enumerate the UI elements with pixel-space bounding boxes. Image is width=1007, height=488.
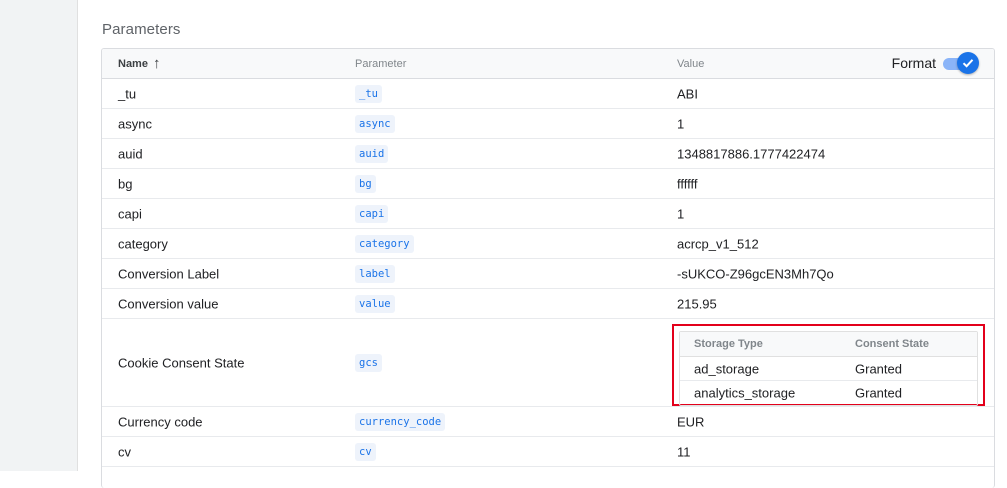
row-value: 1348817886.1777422474 [677, 146, 826, 161]
column-header-parameter[interactable]: Parameter [355, 58, 406, 70]
row-param-chip: currency_code [355, 412, 446, 431]
check-icon [962, 59, 974, 68]
row-value: ABI [677, 86, 698, 101]
arrow-up-icon[interactable]: ↑ [153, 55, 161, 72]
row-name: _tu [118, 86, 137, 101]
row-value: -sUKCO-Z96gcEN3Mh7Qo [677, 266, 834, 281]
table-row: capi capi 1 [102, 199, 994, 229]
consent-subtable: Storage Type Consent State ad_storage Gr… [679, 331, 978, 406]
row-value: 1 [677, 116, 685, 131]
row-name: async [118, 116, 152, 131]
table-row-consent: Cookie Consent State gcs Storage Type Co… [102, 319, 994, 407]
row-param-chip: category [355, 234, 414, 253]
table-row: Currency code currency_code EUR [102, 407, 994, 437]
row-name: Conversion value [118, 296, 219, 311]
consent-highlight-box: Storage Type Consent State ad_storage Gr… [672, 324, 985, 406]
row-name: bg [118, 176, 133, 191]
row-name: Currency code [118, 414, 203, 429]
row-value: 1 [677, 206, 685, 221]
row-name: auid [118, 146, 143, 161]
storage-type-cell: ad_storage [694, 361, 760, 376]
table-header: Name ↑ Parameter Value Format [102, 49, 994, 79]
row-value: 11 [677, 444, 691, 459]
table-row: Conversion value value 215.95 [102, 289, 994, 319]
row-param-chip: capi [355, 204, 389, 223]
row-value: ffffff [677, 176, 698, 191]
row-name: Cookie Consent State [118, 355, 245, 370]
row-param-chip: cv [355, 442, 376, 461]
table-row: _tu _tu ABI [102, 79, 994, 109]
table-row: cv cv 11 [102, 437, 994, 467]
section-title: Parameters [102, 21, 181, 38]
column-header-name[interactable]: Name ↑ [118, 55, 160, 72]
table-row: category category acrcp_v1_512 [102, 229, 994, 259]
storage-type-header: Storage Type [694, 338, 763, 350]
parameters-table: Name ↑ Parameter Value Format _tu _tu AB… [101, 48, 995, 488]
table-row: Conversion Label label -sUKCO-Z96gcEN3Mh… [102, 259, 994, 289]
row-param-chip: _tu [355, 84, 382, 103]
table-row-partial [102, 467, 994, 488]
row-param-chip: value [355, 294, 395, 313]
table-row: bg bg ffffff [102, 169, 994, 199]
consent-row: analytics_storage Granted [680, 381, 977, 405]
consent-state-cell: Granted [855, 385, 902, 401]
row-param-chip: label [355, 264, 395, 283]
row-name: capi [118, 206, 142, 221]
column-header-name-label: Name [118, 57, 148, 70]
row-name: cv [118, 444, 131, 459]
row-name: category [118, 236, 168, 251]
consent-state-cell: Granted [855, 361, 902, 376]
toggle-knob[interactable] [957, 52, 979, 74]
row-value: 215.95 [677, 296, 717, 311]
row-param-chip: async [355, 114, 395, 133]
storage-type-cell: analytics_storage [694, 385, 796, 401]
table-row: async async 1 [102, 109, 994, 139]
row-param-chip: auid [355, 144, 389, 163]
row-name: Conversion Label [118, 266, 220, 281]
format-toggle[interactable] [941, 52, 979, 74]
row-param-chip: bg [355, 174, 376, 193]
table-row: auid auid 1348817886.1777422474 [102, 139, 994, 169]
format-label: Format [891, 55, 936, 71]
consent-row: ad_storage Granted [680, 357, 977, 381]
row-value: EUR [677, 414, 705, 429]
row-value: acrcp_v1_512 [677, 236, 759, 251]
consent-state-header: Consent State [855, 338, 929, 350]
row-param-chip: gcs [355, 353, 382, 372]
consent-subtable-header: Storage Type Consent State [680, 332, 977, 357]
left-gutter [0, 0, 78, 471]
format-toggle-group: Format [892, 52, 979, 74]
column-header-value[interactable]: Value [677, 58, 704, 70]
